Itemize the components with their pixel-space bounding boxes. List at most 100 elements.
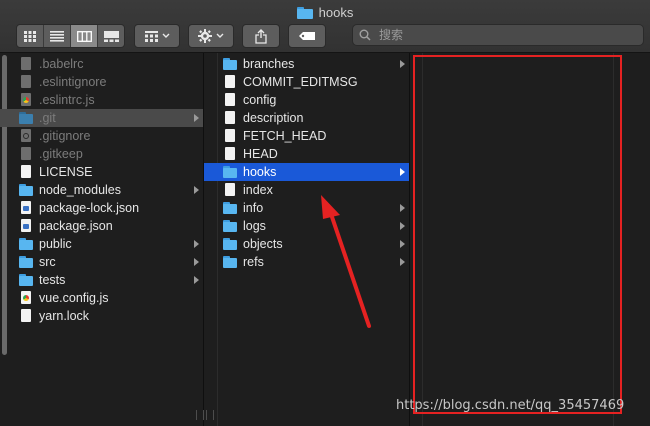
file-icon	[223, 93, 237, 107]
search-field[interactable]	[352, 24, 644, 46]
column2-list: branches COMMIT_EDITMSG config description F…	[204, 55, 409, 271]
share-button[interactable]	[242, 24, 280, 48]
column-divider	[422, 53, 423, 426]
file-icon	[19, 147, 33, 161]
col2-item-description[interactable]: description	[204, 109, 409, 127]
chevron-right-icon	[194, 258, 199, 266]
column-resize-handle[interactable]	[206, 410, 214, 420]
item-label: .git	[39, 111, 56, 125]
window-title: hooks	[318, 4, 354, 20]
col2-item-hooks[interactable]: hooks	[204, 163, 409, 181]
chevron-right-icon	[400, 60, 405, 68]
col2-item-refs[interactable]: refs	[204, 253, 409, 271]
col2-item-head[interactable]: HEAD	[204, 145, 409, 163]
col1-item-yarn-lock[interactable]: yarn.lock	[0, 307, 203, 325]
item-label: .babelrc	[39, 57, 84, 71]
col2-item-fetch-head[interactable]: FETCH_HEAD	[204, 127, 409, 145]
group-grid-icon	[144, 30, 158, 42]
chevron-right-icon	[400, 258, 405, 266]
col1-item-src[interactable]: src	[0, 253, 203, 271]
col1-item-vue-config-js[interactable]: vue.config.js	[0, 289, 203, 307]
column-project-root: .babelrc .eslintignore .eslintrc.js .git .gi…	[0, 53, 204, 426]
file-icon	[223, 183, 237, 197]
item-label: description	[243, 111, 304, 125]
search-input[interactable]	[377, 27, 631, 43]
chevron-right-icon	[400, 204, 405, 212]
col1-item-git[interactable]: .git	[0, 109, 203, 127]
column-git: branches COMMIT_EDITMSG config description F…	[204, 53, 410, 426]
item-label: src	[39, 255, 56, 269]
item-label: FETCH_HEAD	[243, 129, 327, 143]
item-label: .gitignore	[39, 129, 91, 143]
chevron-right-icon	[194, 114, 199, 122]
tag-button[interactable]	[288, 24, 326, 48]
item-label: .gitkeep	[39, 147, 83, 161]
chevron-right-icon	[194, 240, 199, 248]
chevron-right-icon	[194, 186, 199, 194]
col1-item-tests[interactable]: tests	[0, 271, 203, 289]
folder-icon	[19, 183, 33, 197]
action-menu-button[interactable]	[188, 24, 234, 48]
watermark-text: https://blog.csdn.net/qq_35457469	[396, 398, 625, 413]
json-file-icon	[19, 201, 33, 215]
col1-item-node-modules[interactable]: node_modules	[0, 181, 203, 199]
toolbar	[0, 24, 650, 48]
folder-icon	[223, 255, 237, 269]
col1-item-package-json[interactable]: package.json	[0, 217, 203, 235]
col1-item-babelrc[interactable]: .babelrc	[0, 55, 203, 73]
list-view-button[interactable]	[44, 25, 71, 47]
item-label: branches	[243, 57, 295, 71]
item-label: .eslintignore	[39, 75, 107, 89]
gear-icon	[198, 29, 212, 43]
file-icon	[223, 75, 237, 89]
col1-item-public[interactable]: public	[0, 235, 203, 253]
col2-item-commit-editmsg[interactable]: COMMIT_EDITMSG	[204, 73, 409, 91]
folder-icon	[19, 111, 33, 125]
col2-item-index[interactable]: index	[204, 181, 409, 199]
group-by-button[interactable]	[134, 24, 180, 48]
col1-item-package-lock-json[interactable]: package-lock.json	[0, 199, 203, 217]
column-resize-handle[interactable]	[196, 410, 204, 420]
file-icon	[223, 129, 237, 143]
col2-item-logs[interactable]: logs	[204, 217, 409, 235]
col1-item-license[interactable]: LICENSE	[0, 163, 203, 181]
col1-item-eslintignore[interactable]: .eslintignore	[0, 73, 203, 91]
item-label: index	[243, 183, 273, 197]
item-label: .eslintrc.js	[39, 93, 95, 107]
col2-item-branches[interactable]: branches	[204, 55, 409, 73]
item-label: logs	[243, 219, 266, 233]
list-view-icon	[50, 30, 64, 42]
column-divider	[613, 53, 614, 426]
share-icon	[255, 28, 267, 44]
col1-item-gitignore[interactable]: .gitignore	[0, 127, 203, 145]
chevron-right-icon	[194, 276, 199, 284]
col2-item-config[interactable]: config	[204, 91, 409, 109]
window-title-group: hooks	[0, 3, 650, 21]
col2-item-objects[interactable]: objects	[204, 235, 409, 253]
view-mode-segmented-control	[16, 24, 125, 48]
file-icon	[19, 165, 33, 179]
folder-icon	[296, 6, 313, 19]
item-label: refs	[243, 255, 264, 269]
file-icon	[223, 147, 237, 161]
chevron-down-icon	[162, 33, 169, 38]
chevron-right-icon	[400, 222, 405, 230]
chrome-file-icon	[19, 93, 33, 107]
item-label: objects	[243, 237, 283, 251]
column-view-button[interactable]	[71, 25, 98, 47]
file-icon	[223, 111, 237, 125]
col1-item-gitkeep[interactable]: .gitkeep	[0, 145, 203, 163]
gallery-view-button[interactable]	[98, 25, 124, 47]
icon-view-icon	[24, 30, 36, 42]
item-label: package-lock.json	[39, 201, 140, 215]
file-icon	[19, 309, 33, 323]
item-label: vue.config.js	[39, 291, 109, 305]
column1-list: .babelrc .eslintignore .eslintrc.js .git .gi…	[0, 55, 203, 325]
file-icon	[19, 75, 33, 89]
col2-item-info[interactable]: info	[204, 199, 409, 217]
folder-icon	[19, 255, 33, 269]
icon-view-button[interactable]	[17, 25, 44, 47]
chrome-file-icon	[19, 291, 33, 305]
column-view-icon	[76, 30, 92, 42]
col1-item-eslintrc-js[interactable]: .eslintrc.js	[0, 91, 203, 109]
